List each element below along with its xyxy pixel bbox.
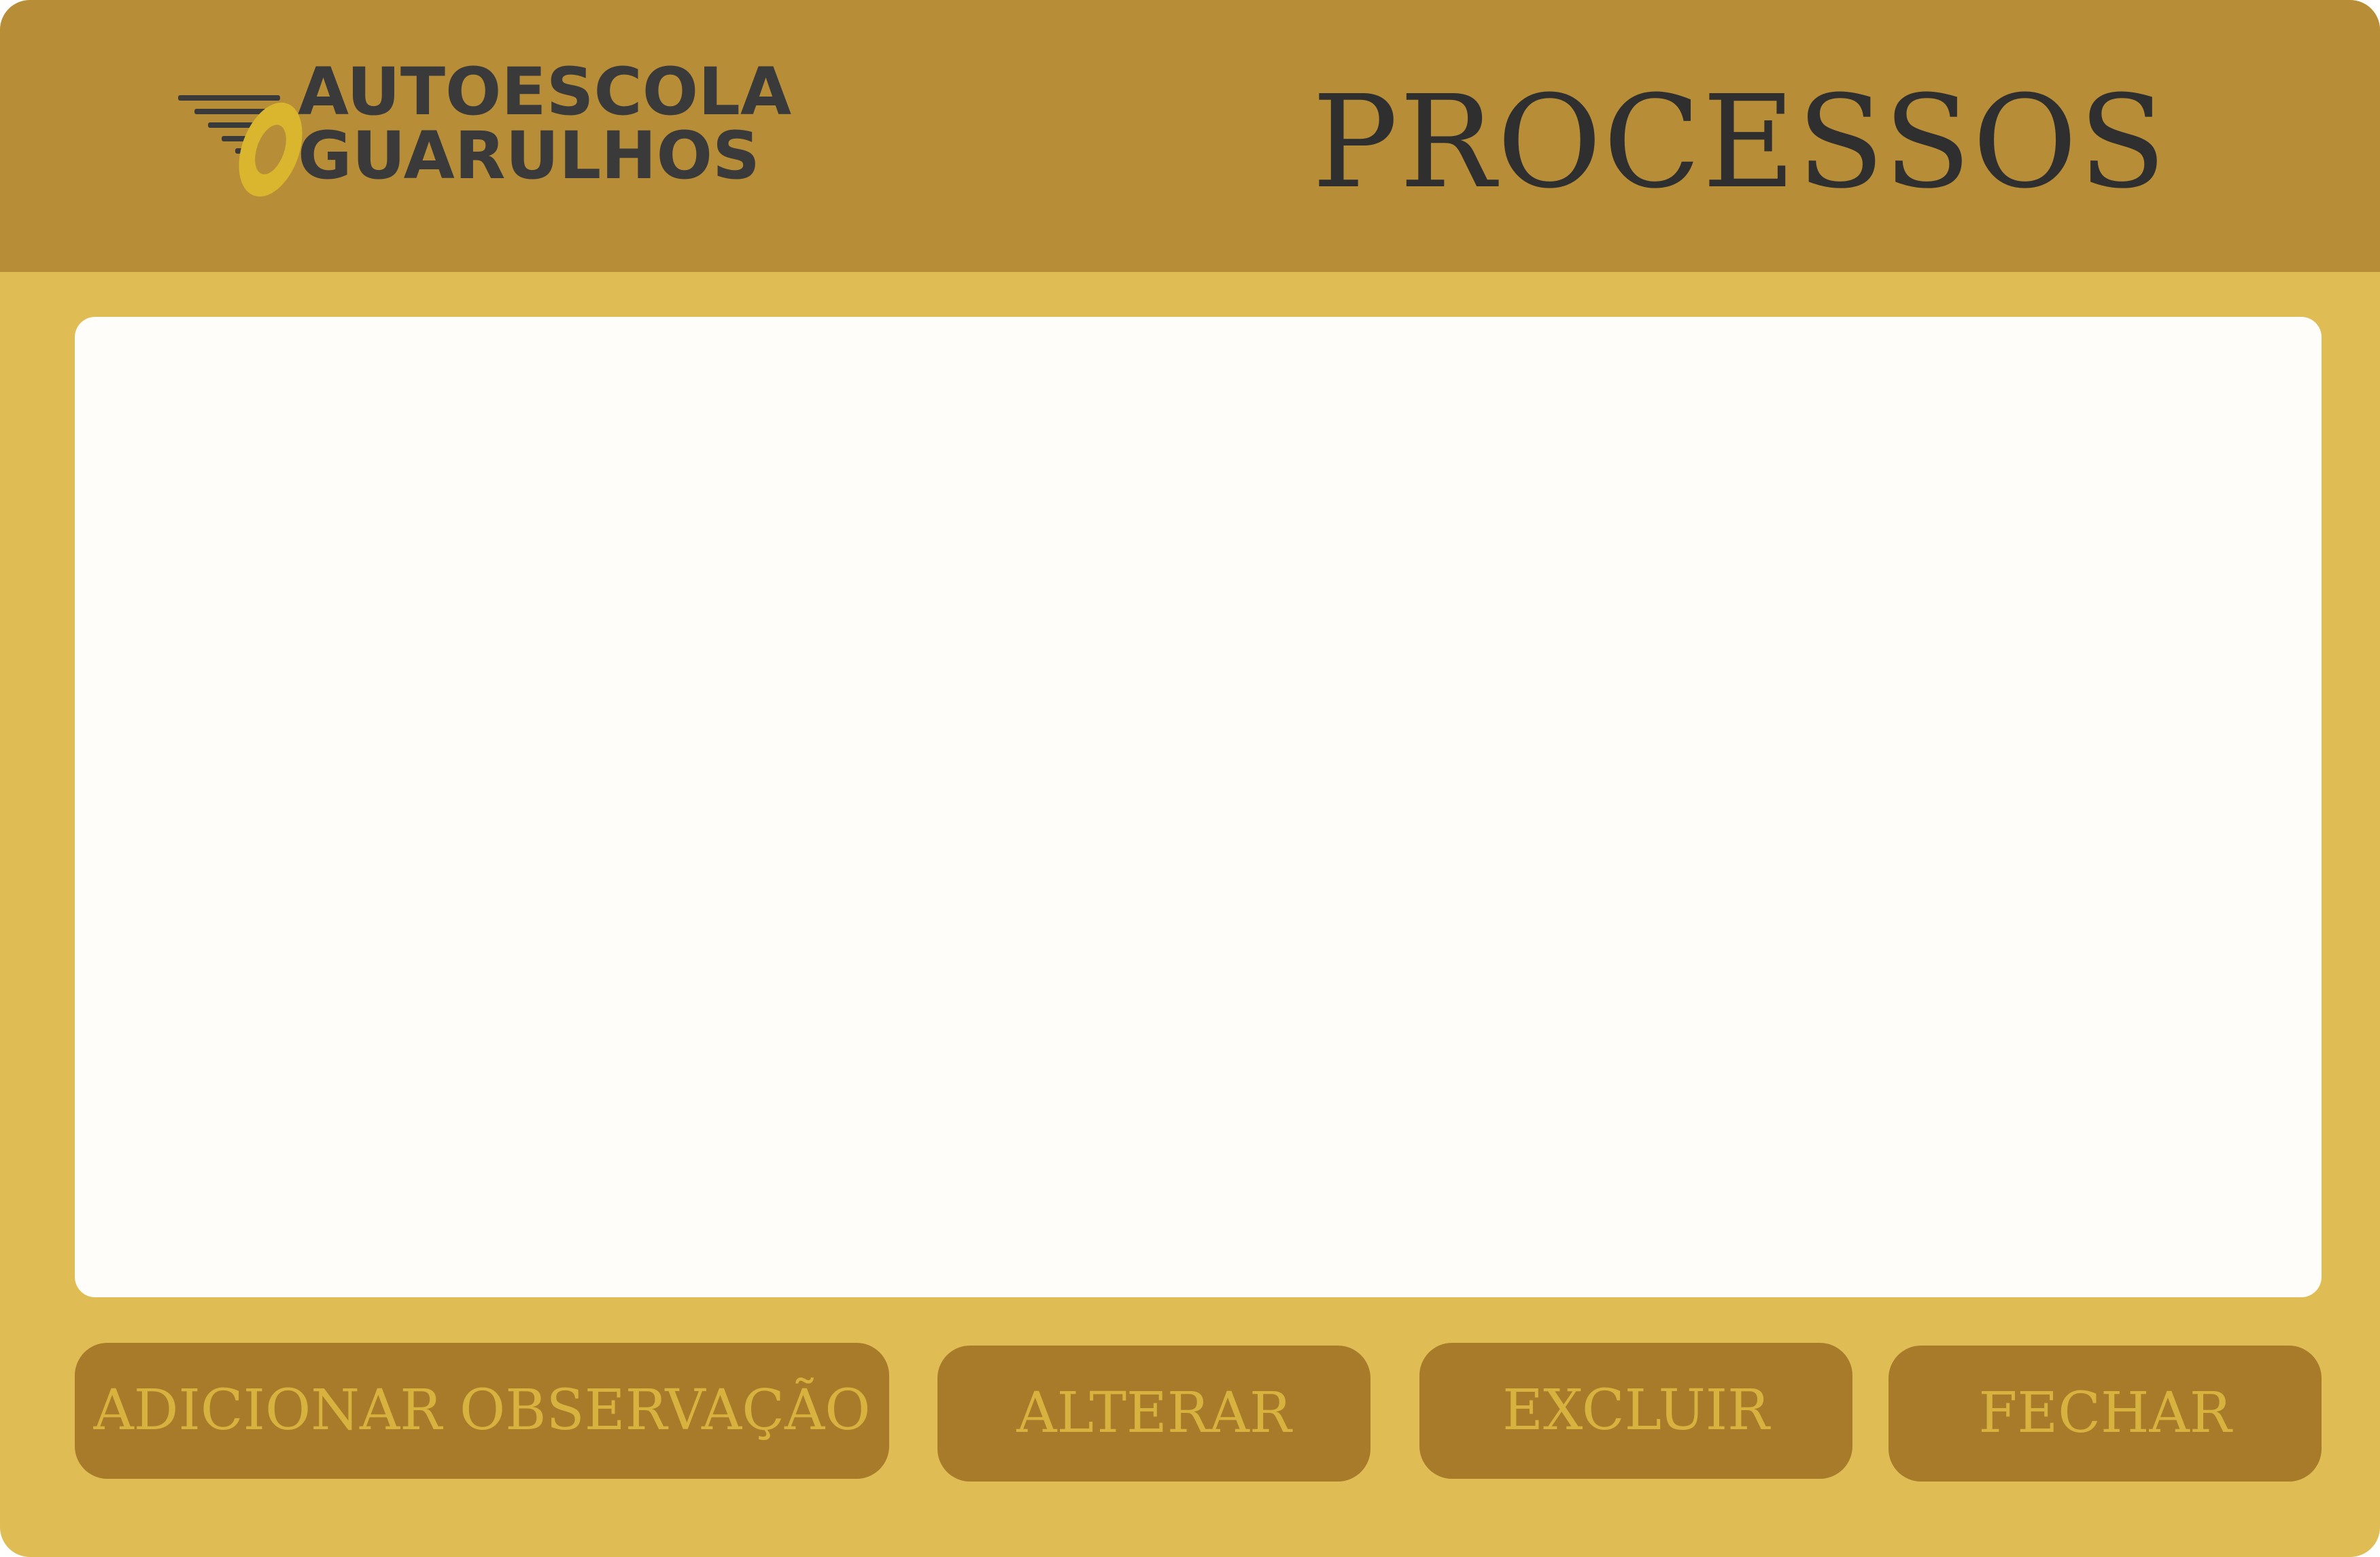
add-observation-button[interactable]: ADICIONAR OBSERVAÇÃO (75, 1343, 889, 1479)
logo-line-2: GUARULHOS (298, 118, 760, 194)
header-bar: AUTOESCOLA GUARULHOS PROCESSOS (0, 0, 2380, 272)
close-button[interactable]: FECHAR (1889, 1346, 2322, 1482)
processos-window: AUTOESCOLA GUARULHOS PROCESSOS ADICIONAR… (0, 0, 2380, 1557)
alter-button[interactable]: ALTERAR (937, 1346, 1370, 1482)
page-title: PROCESSOS (1312, 68, 2168, 217)
processes-content-panel[interactable] (75, 317, 2322, 1297)
autoescola-logo: AUTOESCOLA GUARULHOS (175, 54, 801, 211)
delete-button[interactable]: EXCLUIR (1419, 1343, 1852, 1479)
